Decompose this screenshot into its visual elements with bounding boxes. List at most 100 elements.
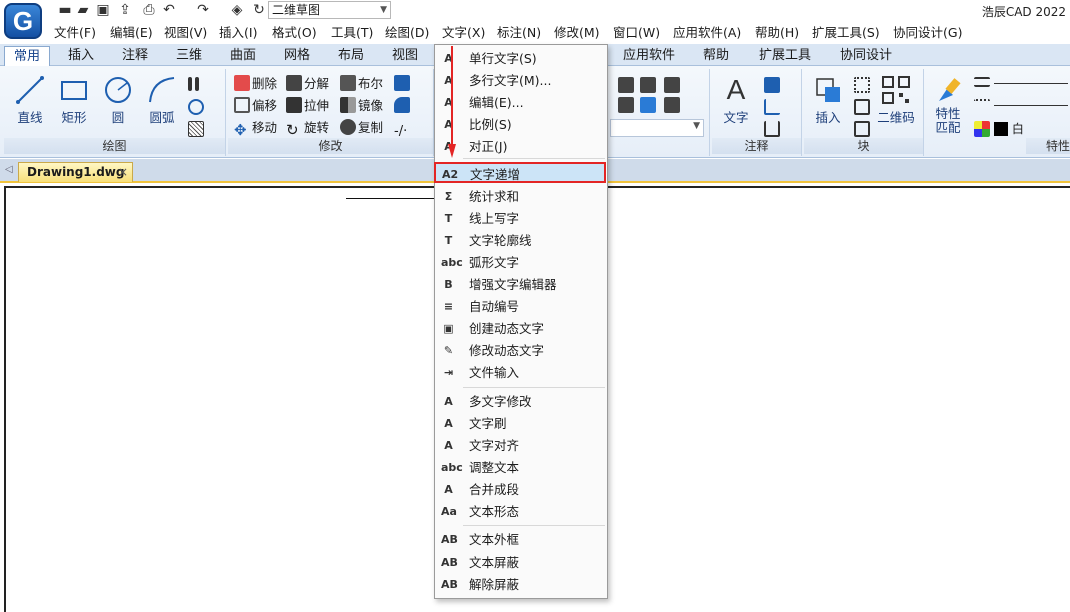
ribbon-tab-11[interactable]: 协同设计 [828, 46, 904, 66]
refresh-icon[interactable]: ↻ [250, 1, 268, 19]
offset-button[interactable]: 偏移 [234, 96, 277, 116]
workspace-select[interactable]: 二维草图 ▼ [268, 1, 391, 19]
text-menu-item[interactable]: A 文字对齐 [435, 435, 607, 456]
move-button[interactable]: ✥ 移动 [234, 118, 277, 138]
erase-button[interactable]: 删除 [234, 74, 277, 94]
text-menu-item[interactable]: A2 文字递增 [434, 162, 606, 183]
menu-item-11[interactable]: 应用软件(A) [673, 24, 741, 42]
ellipse-icon[interactable] [188, 99, 204, 115]
line-button[interactable]: 直线 [10, 75, 50, 126]
menu-item-7[interactable]: 文字(X) [442, 24, 485, 42]
document-tab[interactable]: Drawing1.dwg × [18, 162, 133, 182]
text-menu-item[interactable]: A 对正(J) [435, 136, 607, 157]
text-menu-item[interactable]: ▣ 创建动态文字 [435, 318, 607, 339]
layers-icon[interactable]: ◈ [228, 1, 246, 19]
app-logo[interactable]: G [4, 3, 42, 39]
color-icon[interactable] [974, 121, 990, 137]
save-icon[interactable]: ▣ [94, 1, 112, 19]
menu-item-2[interactable]: 视图(V) [164, 24, 207, 42]
ribbon-tab-8[interactable]: 应用软件 [608, 46, 690, 66]
layer-state-icon[interactable] [618, 77, 634, 93]
text-button[interactable]: A 文字 [716, 75, 756, 126]
text-menu-item[interactable]: A 比例(S) [435, 114, 607, 135]
ribbon-tab-1[interactable]: 插入 [54, 46, 108, 66]
text-menu-item[interactable]: ⇥ 文件输入 [435, 362, 607, 383]
menu-item-14[interactable]: 协同设计(G) [893, 24, 962, 42]
block-edit-icon[interactable] [854, 99, 870, 115]
text-menu-item[interactable]: A 单行文字(S) [435, 48, 607, 69]
menu-item-13[interactable]: 扩展工具(S) [812, 24, 880, 42]
ribbon-tab-9[interactable]: 帮助 [692, 46, 740, 66]
layer-icon[interactable] [664, 77, 680, 93]
print-icon[interactable]: ⎙ [140, 1, 158, 19]
block-attr-icon[interactable] [854, 77, 870, 93]
menu-item-3[interactable]: 插入(I) [219, 24, 257, 42]
undo-icon[interactable]: ↶ [160, 1, 178, 19]
text-menu-item[interactable]: abc 弧形文字 [435, 252, 607, 273]
text-menu-item[interactable]: T 线上写字 [435, 208, 607, 229]
match-properties-button[interactable]: 特性 匹配 [928, 75, 968, 135]
text-menu-item[interactable]: AB 文本屏蔽 [435, 552, 607, 573]
stretch-button[interactable]: 拉伸 [286, 96, 329, 116]
text-menu-item[interactable]: T 文字轮廓线 [435, 230, 607, 251]
layer-icon[interactable] [640, 97, 656, 113]
copy-button[interactable]: 复制 [340, 118, 383, 138]
menu-item-12[interactable]: 帮助(H) [755, 24, 799, 42]
qrcode-button[interactable]: 二维码 [876, 75, 916, 126]
color-select[interactable]: 白 [994, 120, 1068, 138]
circle-button[interactable]: 圆 [98, 75, 138, 126]
layer-icon[interactable] [618, 97, 634, 113]
close-icon[interactable]: × [118, 163, 128, 182]
text-menu-item[interactable]: A 多文字修改 [435, 391, 607, 412]
point-icon[interactable] [188, 77, 192, 91]
menu-item-6[interactable]: 绘图(D) [385, 24, 429, 42]
ribbon-tab-5[interactable]: 网格 [272, 46, 322, 66]
menu-item-10[interactable]: 窗口(W) [613, 24, 660, 42]
insert-block-button[interactable]: 插入 [808, 75, 848, 126]
ribbon-tab-0[interactable]: 常用 [4, 46, 50, 66]
ribbon-tab-4[interactable]: 曲面 [218, 46, 268, 66]
text-menu-item[interactable]: Aa 文本形态 [435, 501, 607, 522]
hatch-icon[interactable] [188, 121, 204, 137]
ribbon-tab-3[interactable]: 三维 [164, 46, 214, 66]
text-menu-item[interactable]: AB 文本外框 [435, 529, 607, 550]
linetype-icon[interactable] [974, 99, 990, 107]
array-button[interactable] [394, 74, 412, 94]
text-menu-item[interactable]: A 合并成段 [435, 479, 607, 500]
save-as-icon[interactable]: ⇪ [116, 1, 134, 19]
rectangle-button[interactable]: 矩形 [54, 75, 94, 126]
layer-icon[interactable] [664, 97, 680, 113]
fillet-button[interactable] [394, 96, 412, 116]
explode-button[interactable]: 分解 [286, 74, 329, 94]
rotate-button[interactable]: ↻ 旋转 [286, 118, 329, 138]
redo-icon[interactable]: ↷ [194, 1, 212, 19]
dimension-icon[interactable] [764, 121, 780, 137]
text-menu-item[interactable]: A 多行文字(M)... [435, 70, 607, 91]
text-menu-item[interactable]: ≡ 自动编号 [435, 296, 607, 317]
menu-item-4[interactable]: 格式(O) [272, 24, 317, 42]
table-icon[interactable] [764, 77, 780, 93]
menu-item-0[interactable]: 文件(F) [54, 24, 96, 42]
layer-select[interactable]: ▼ [610, 119, 704, 137]
menu-item-9[interactable]: 修改(M) [554, 24, 600, 42]
ribbon-tab-10[interactable]: 扩展工具 [744, 46, 826, 66]
block-define-icon[interactable] [854, 121, 870, 137]
text-menu-item[interactable]: B 增强文字编辑器 [435, 274, 607, 295]
ribbon-tab-2[interactable]: 注释 [110, 46, 160, 66]
mirror-button[interactable]: 镜像 [340, 96, 383, 116]
text-menu-item[interactable]: Σ 统计求和 [435, 186, 607, 207]
leader-icon[interactable] [764, 99, 780, 115]
menu-item-1[interactable]: 编辑(E) [110, 24, 153, 42]
text-menu-item[interactable]: AB 解除屏蔽 [435, 574, 607, 595]
ribbon-tab-6[interactable]: 布局 [326, 46, 376, 66]
open-folder-icon[interactable]: ▰ [74, 1, 92, 19]
ribbon-tab-7[interactable]: 视图 [380, 46, 430, 66]
text-menu-item[interactable]: abc 调整文本 [435, 457, 607, 478]
boolean-button[interactable]: 布尔 [340, 74, 383, 94]
menu-item-8[interactable]: 标注(N) [497, 24, 541, 42]
lineweight-icon[interactable] [974, 77, 990, 87]
arc-button[interactable]: 圆弧 [142, 75, 182, 126]
new-file-icon[interactable]: ▬ [56, 1, 74, 19]
menu-item-5[interactable]: 工具(T) [331, 24, 373, 42]
trim-button[interactable]: -/· [394, 118, 412, 139]
